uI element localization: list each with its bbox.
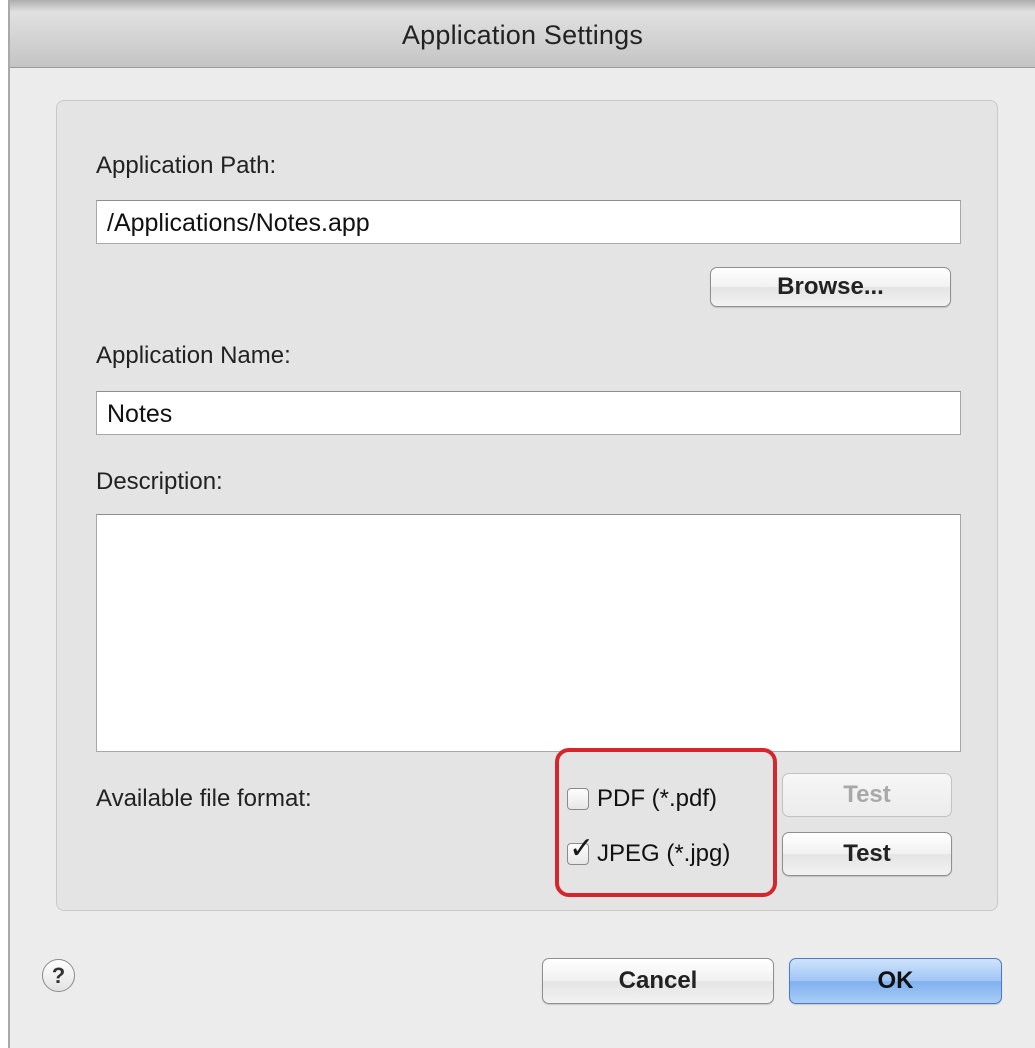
jpeg-checkbox[interactable]: ✓ [567, 834, 594, 865]
browse-button[interactable]: Browse... [710, 267, 951, 307]
pdf-format-label: PDF (*.pdf) [597, 785, 718, 812]
jpeg-format-checkbox-row[interactable]: ✓ JPEG (*.jpg) [567, 834, 731, 868]
application-settings-window: Application Settings Application Path: /… [8, 0, 1035, 1048]
title-bar-shadow [10, 0, 1035, 12]
jpeg-format-label: JPEG (*.jpg) [597, 840, 731, 867]
application-path-label: Application Path: [96, 152, 277, 179]
ok-button[interactable]: OK [789, 958, 1002, 1004]
file-format-highlight [555, 748, 777, 897]
jpeg-test-button[interactable]: Test [782, 832, 952, 876]
application-path-input[interactable]: /Applications/Notes.app [96, 200, 961, 244]
description-textarea[interactable] [96, 514, 961, 752]
window-title: Application Settings [401, 20, 644, 50]
application-name-input[interactable]: Notes [96, 391, 961, 435]
title-bar[interactable]: Application Settings [10, 0, 1035, 68]
pdf-format-checkbox-row[interactable]: PDF (*.pdf) [567, 785, 717, 813]
checkmark-icon: ✓ [569, 832, 595, 865]
help-icon[interactable]: ? [42, 959, 75, 992]
description-label: Description: [96, 468, 223, 495]
pdf-checkbox[interactable] [567, 788, 589, 810]
available-file-format-label: Available file format: [96, 785, 312, 812]
pdf-test-button[interactable]: Test [782, 773, 952, 817]
application-name-label: Application Name: [96, 342, 291, 369]
cancel-button[interactable]: Cancel [542, 958, 774, 1004]
